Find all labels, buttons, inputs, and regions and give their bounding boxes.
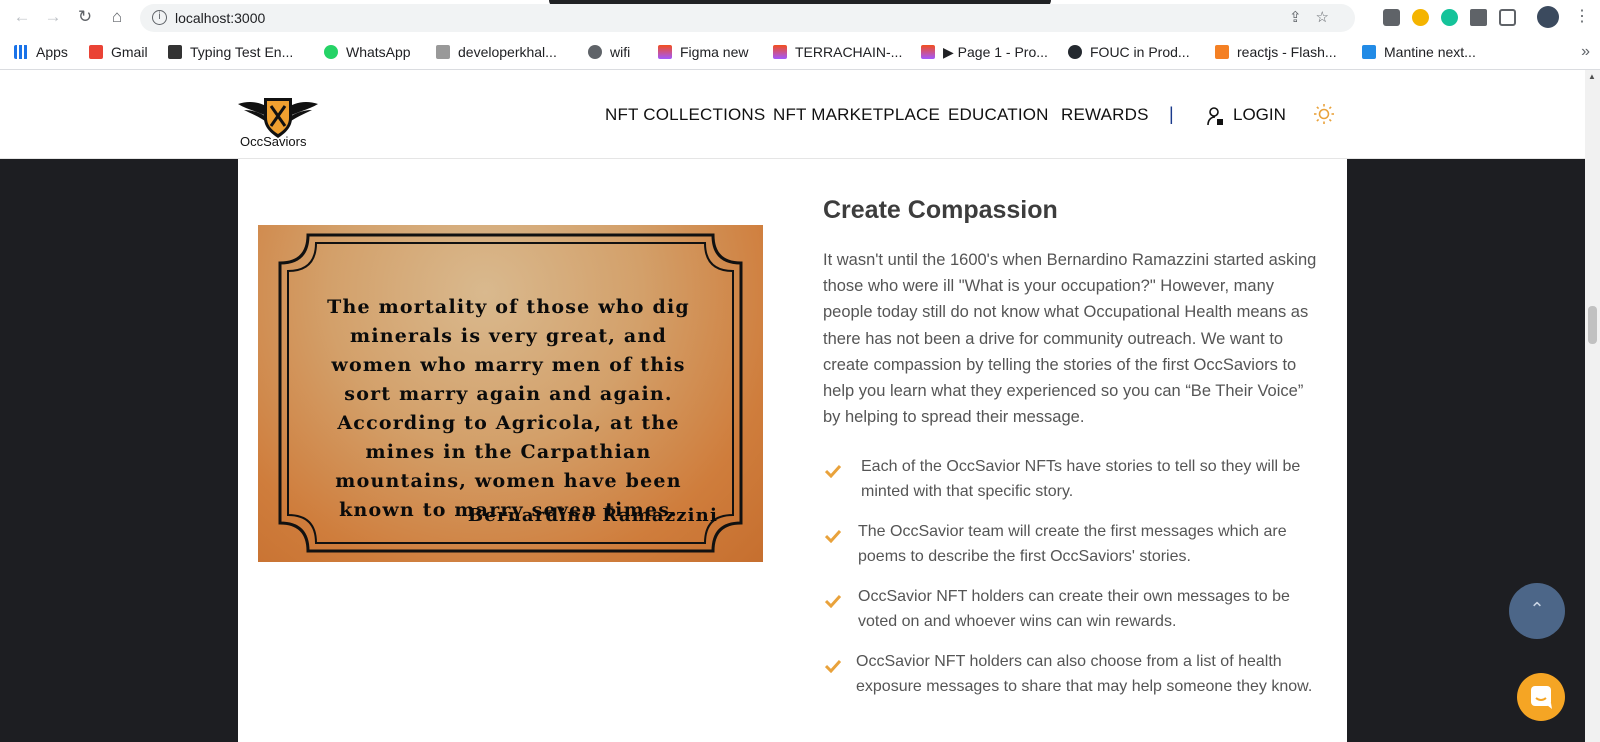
- bookmark-typing-test[interactable]: Typing Test En...: [168, 42, 293, 64]
- bookmark-label: Mantine next...: [1384, 44, 1476, 60]
- gmail-icon: [89, 45, 103, 59]
- grammarly-icon[interactable]: [1441, 9, 1458, 26]
- feature-item: OccSavior NFT holders can also choose fr…: [823, 649, 1333, 699]
- bookmark-label: reactjs - Flash...: [1237, 44, 1337, 60]
- back-arrow-icon[interactable]: ←: [12, 7, 32, 27]
- feature-item: OccSavior NFT holders can create their o…: [823, 584, 1333, 634]
- bookmark-figma-new[interactable]: Figma new: [658, 42, 748, 64]
- extension-icon[interactable]: [1412, 9, 1429, 26]
- browser-menu-icon[interactable]: ⋮: [1574, 6, 1590, 26]
- web-page: OccSaviors NFT COLLECTIONS NFT MARKETPLA…: [0, 70, 1585, 742]
- user-lock-icon[interactable]: [1207, 107, 1224, 126]
- site-info-icon[interactable]: i: [152, 10, 167, 25]
- feature-text: Each of the OccSavior NFTs have stories …: [861, 458, 1301, 500]
- nav-separator: |: [1169, 104, 1174, 124]
- feature-text: OccSavior NFT holders can create their o…: [858, 588, 1290, 630]
- share-and-bookmark-icons[interactable]: ⇪☆: [1289, 8, 1343, 26]
- login-link[interactable]: LOGIN: [1233, 105, 1286, 125]
- nav-education[interactable]: EDUCATION: [948, 105, 1049, 125]
- bookmark-label: Apps: [36, 44, 68, 60]
- back-to-top-button[interactable]: ⌃: [1509, 583, 1565, 639]
- logo-text: OccSaviors: [240, 134, 307, 149]
- figma-icon: [773, 45, 787, 59]
- feature-text: OccSavior NFT holders can also choose fr…: [856, 653, 1313, 695]
- home-icon[interactable]: ⌂: [107, 7, 127, 27]
- page-scrollbar[interactable]: ▲: [1585, 70, 1600, 742]
- checkmark-icon: [825, 529, 841, 543]
- reload-icon[interactable]: ↻: [75, 7, 95, 27]
- checkmark-icon: [825, 464, 841, 478]
- sun-theme-toggle-icon[interactable]: [1313, 103, 1335, 125]
- chat-launcher-button[interactable]: [1517, 673, 1565, 721]
- bookmark-reactjs[interactable]: reactjs - Flash...: [1215, 42, 1337, 64]
- bookmark-label: Typing Test En...: [190, 44, 294, 60]
- globe-icon: [588, 45, 602, 59]
- feature-item: The OccSavior team will create the first…: [823, 519, 1333, 569]
- section-body: It wasn't until the 1600's when Bernardi…: [823, 251, 1317, 427]
- bookmark-label: ▶ Page 1 - Pro...: [943, 44, 1048, 60]
- nav-nft-marketplace[interactable]: NFT MARKETPLACE: [773, 105, 940, 125]
- feature-text: The OccSavior team will create the first…: [858, 523, 1287, 565]
- whatsapp-icon: [324, 45, 338, 59]
- browser-toolbar: ← → ↻ ⌂ i localhost:3000 ⇪☆ ⋮: [0, 0, 1600, 35]
- bookmark-page1[interactable]: ▶ Page 1 - Pro...: [921, 42, 1048, 64]
- bookmarks-bar: Apps Gmail Typing Test En... WhatsApp de…: [0, 35, 1600, 70]
- bookmark-developerkhal[interactable]: developerkhal...: [436, 42, 557, 64]
- more-bookmarks-icon[interactable]: »: [1581, 43, 1590, 61]
- quote-author: Bernardino Ramazzini: [467, 505, 718, 526]
- site-icon: [436, 45, 450, 59]
- profile-avatar[interactable]: [1537, 6, 1559, 28]
- scroll-up-icon[interactable]: ▲: [1588, 72, 1596, 81]
- site-header: OccSaviors NFT COLLECTIONS NFT MARKETPLA…: [0, 70, 1585, 159]
- feature-item: Each of the OccSavior NFTs have stories …: [823, 454, 1333, 504]
- bookmark-label: Gmail: [111, 44, 148, 60]
- bookmark-mantine[interactable]: Mantine next...: [1362, 42, 1476, 64]
- address-bar[interactable]: i localhost:3000 ⇪☆: [140, 4, 1355, 32]
- chevron-up-icon: ⌃: [1529, 599, 1545, 619]
- checkmark-icon: [825, 594, 841, 608]
- scrollbar-thumb[interactable]: [1588, 306, 1597, 344]
- section-title: Create Compassion: [823, 196, 1058, 224]
- figma-icon: [658, 45, 672, 59]
- create-compassion-section: The mortality of those who dig minerals …: [238, 159, 1347, 742]
- bookmark-label: TERRACHAIN-...: [795, 44, 903, 60]
- bookmark-whatsapp[interactable]: WhatsApp: [324, 42, 411, 64]
- apps-grid-icon: [14, 45, 28, 59]
- forward-arrow-icon[interactable]: →: [43, 7, 63, 27]
- nav-nft-collections[interactable]: NFT COLLECTIONS: [605, 105, 765, 125]
- typing-test-icon: [168, 45, 182, 59]
- figma-icon: [921, 45, 935, 59]
- checkmark-icon: [825, 659, 841, 673]
- side-panel-icon[interactable]: [1499, 9, 1516, 26]
- github-icon: [1068, 45, 1082, 59]
- bookmark-apps[interactable]: Apps: [14, 42, 68, 64]
- extension-icon[interactable]: [1383, 9, 1400, 26]
- bookmark-fouc[interactable]: FOUC in Prod...: [1068, 42, 1190, 64]
- bookmark-label: developerkhal...: [458, 44, 557, 60]
- nav-rewards[interactable]: REWARDS: [1061, 105, 1149, 125]
- ramazzini-quote-image: The mortality of those who dig minerals …: [258, 225, 763, 562]
- bookmark-terrachain[interactable]: TERRACHAIN-...: [773, 42, 902, 64]
- bookmark-label: wifi: [610, 44, 631, 60]
- quote-text: The mortality of those who dig minerals …: [327, 296, 690, 521]
- bookmark-gmail[interactable]: Gmail: [89, 42, 148, 64]
- stackoverflow-icon: [1215, 45, 1229, 59]
- react-icon: [1362, 45, 1376, 59]
- url-text[interactable]: localhost:3000: [175, 10, 265, 26]
- bookmark-label: WhatsApp: [346, 44, 411, 60]
- chat-icon: [1531, 686, 1552, 709]
- bookmark-wifi[interactable]: wifi: [588, 42, 630, 64]
- bookmark-label: Figma new: [680, 44, 749, 60]
- bookmark-label: FOUC in Prod...: [1090, 44, 1190, 60]
- extensions-puzzle-icon[interactable]: [1470, 9, 1487, 26]
